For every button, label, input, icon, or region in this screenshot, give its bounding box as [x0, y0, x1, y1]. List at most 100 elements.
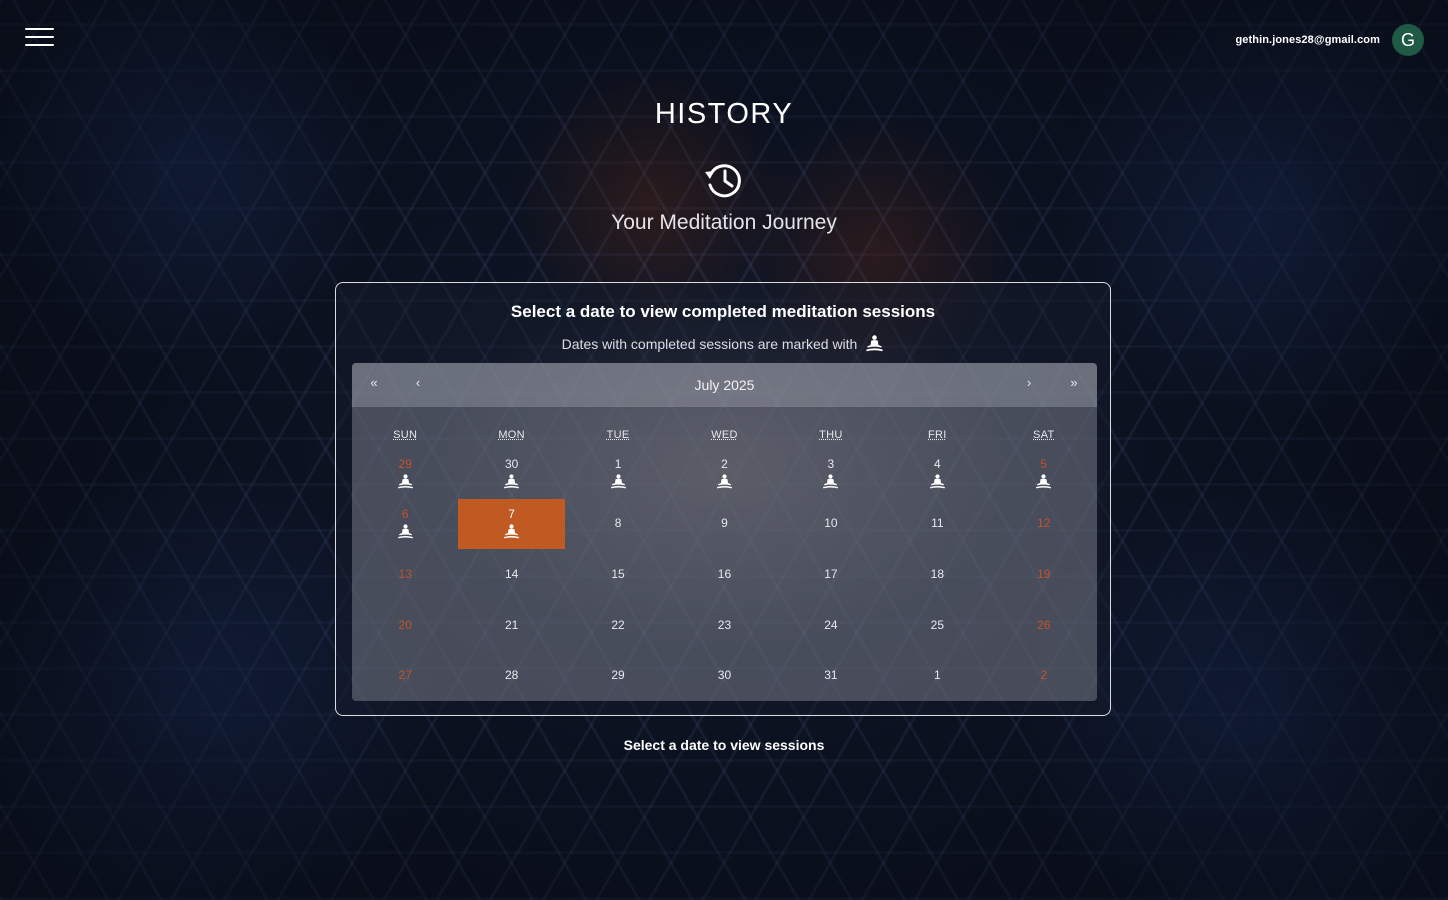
meditation-icon — [397, 524, 413, 539]
calendar-day[interactable]: 28 — [458, 650, 564, 701]
calendar-day[interactable]: 23 — [671, 600, 777, 651]
day-number: 17 — [824, 566, 838, 581]
calendar: « ‹ July 2025 › » SUN MON TUE WED THU FRI SAT … — [352, 363, 1097, 701]
day-number: 8 — [614, 516, 622, 531]
day-number: 3 — [827, 456, 835, 471]
day-number: 6 — [401, 507, 409, 522]
calendar-day[interactable]: 25 — [884, 600, 990, 651]
day-number: 5 — [1040, 456, 1048, 471]
calendar-day[interactable]: 24 — [778, 600, 884, 651]
next-year-button[interactable]: » — [1063, 375, 1085, 390]
meditation-icon — [716, 474, 732, 489]
calendar-days-grid: 29 30 1 2 3 4 5 6 7 8 9 10 11 12 13 14 15 16 17 18 19 20 21 22 2… — [352, 448, 1097, 701]
day-number: 9 — [721, 516, 728, 531]
weekday-sat: SAT — [1033, 429, 1055, 441]
calendar-day[interactable]: 30 — [671, 650, 777, 701]
weekday-thu: THU — [819, 429, 843, 441]
calendar-day[interactable]: 1 — [565, 448, 671, 499]
calendar-day[interactable]: 13 — [352, 549, 458, 600]
calendar-day[interactable]: 4 — [884, 448, 990, 499]
calendar-day[interactable]: 2 — [671, 448, 777, 499]
meditation-icon — [397, 474, 413, 489]
user-area: gethin.jones28@gmail.com G — [1235, 24, 1424, 56]
day-number: 1 — [614, 456, 622, 471]
calendar-navigation: « ‹ July 2025 › » — [352, 363, 1097, 407]
calendar-day[interactable]: 2 — [991, 650, 1097, 701]
history-icon — [705, 164, 741, 198]
calendar-day[interactable]: 15 — [565, 549, 671, 600]
calendar-day[interactable]: 27 — [352, 650, 458, 701]
calendar-day[interactable]: 6 — [352, 499, 458, 550]
day-number: 30 — [717, 668, 732, 683]
calendar-day[interactable]: 19 — [991, 549, 1097, 600]
weekday-header-row: SUN MON TUE WED THU FRI SAT — [352, 429, 1097, 441]
day-number: 12 — [1037, 516, 1051, 531]
meditation-icon — [1036, 474, 1052, 489]
day-number: 4 — [933, 456, 941, 471]
calendar-day[interactable]: 18 — [884, 549, 990, 600]
calendar-month-label[interactable]: July 2025 — [352, 377, 1097, 393]
calendar-day[interactable]: 31 — [778, 650, 884, 701]
meditation-icon — [866, 335, 884, 352]
calendar-day[interactable]: 10 — [778, 499, 884, 550]
day-number: 7 — [508, 507, 515, 522]
calendar-day[interactable]: 29 — [352, 448, 458, 499]
calendar-day-selected[interactable]: 7 — [458, 498, 565, 550]
day-number: 23 — [717, 617, 732, 632]
card-title: Select a date to view completed meditati… — [510, 302, 936, 321]
weekday-sun: SUN — [393, 429, 418, 441]
day-number: 2 — [721, 456, 728, 471]
calendar-day[interactable]: 3 — [778, 448, 884, 499]
calendar-day[interactable]: 29 — [565, 650, 671, 701]
calendar-day[interactable]: 16 — [671, 549, 777, 600]
calendar-day[interactable]: 30 — [458, 448, 564, 499]
calendar-day[interactable]: 1 — [884, 650, 990, 701]
weekday-fri: FRI — [928, 429, 947, 441]
calendar-day[interactable]: 12 — [991, 499, 1097, 550]
hamburger-menu-icon[interactable] — [25, 26, 54, 48]
card-subtitle-text: Dates with completed sessions are marked… — [561, 335, 858, 352]
calendar-day[interactable]: 5 — [991, 448, 1097, 499]
day-number: 20 — [398, 617, 412, 632]
calendar-day[interactable]: 20 — [352, 600, 458, 651]
day-number: 21 — [504, 617, 519, 632]
next-month-button[interactable]: › — [1018, 375, 1040, 390]
day-number: 15 — [611, 566, 625, 581]
day-number: 31 — [824, 668, 838, 683]
day-number: 22 — [611, 617, 625, 632]
day-number: 19 — [1037, 566, 1051, 581]
weekday-mon: MON — [498, 429, 525, 441]
day-number: 28 — [504, 668, 519, 683]
avatar[interactable]: G — [1392, 24, 1424, 56]
day-number: 16 — [717, 566, 732, 581]
meditation-icon — [610, 474, 626, 489]
day-number: 14 — [504, 566, 519, 581]
calendar-day[interactable]: 21 — [458, 600, 564, 651]
meditation-icon — [929, 474, 945, 489]
meditation-icon — [504, 474, 520, 489]
history-card: Select a date to view completed meditati… — [335, 282, 1111, 716]
meditation-icon — [823, 474, 839, 489]
calendar-day[interactable]: 11 — [884, 499, 990, 550]
avatar-initial: G — [1400, 29, 1415, 50]
calendar-day[interactable]: 17 — [778, 549, 884, 600]
page-subtitle: Your Meditation Journey — [611, 211, 837, 234]
calendar-day[interactable]: 8 — [565, 499, 671, 550]
page-title: HISTORY — [654, 98, 794, 130]
day-number: 13 — [398, 566, 412, 581]
day-number: 26 — [1037, 617, 1051, 632]
calendar-day[interactable]: 22 — [565, 600, 671, 651]
day-number: 10 — [824, 516, 838, 531]
day-number: 27 — [398, 668, 412, 683]
calendar-day[interactable]: 26 — [991, 600, 1097, 651]
user-email: gethin.jones28@gmail.com — [1235, 34, 1380, 46]
weekday-wed: WED — [711, 429, 738, 441]
day-number: 25 — [930, 617, 944, 632]
footer-hint: Select a date to view sessions — [623, 737, 825, 753]
day-number: 30 — [504, 456, 519, 471]
calendar-day[interactable]: 9 — [671, 499, 777, 550]
calendar-day[interactable]: 14 — [458, 549, 564, 600]
day-number: 24 — [824, 617, 838, 632]
weekday-tue: TUE — [606, 429, 630, 441]
day-number: 18 — [930, 566, 944, 581]
